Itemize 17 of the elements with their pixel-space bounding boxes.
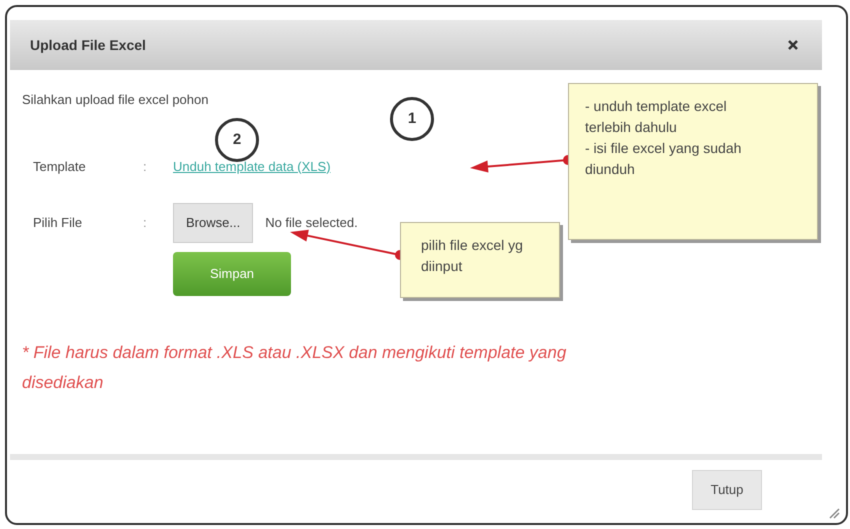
field-label: Template: [33, 158, 87, 176]
callout-text: - unduh template excel terlebih dahulu: [585, 97, 728, 137]
intro-text: Silahkan upload file excel pohon: [22, 92, 208, 107]
callout-text: pilih file excel yg diinput: [421, 236, 524, 276]
callout-text: - isi file excel yang sudah diunduh: [585, 139, 742, 179]
separator: :: [143, 158, 148, 176]
close-button[interactable]: Tutup: [692, 470, 762, 510]
dialog-title: Upload File Excel: [30, 36, 146, 55]
file-status: No file selected.: [265, 214, 358, 232]
step-number: 2: [215, 118, 259, 162]
close-icon[interactable]: [788, 40, 798, 50]
resize-grip-icon[interactable]: [828, 507, 840, 519]
separator: :: [143, 214, 148, 232]
step-number: 1: [390, 97, 434, 141]
field-label: Pilih File: [33, 214, 84, 232]
browse-button[interactable]: Browse...: [173, 202, 254, 242]
format-note: * File harus dalam format .XLS atau .XLSX dan mengikuti template yang disediakan: [22, 342, 568, 394]
